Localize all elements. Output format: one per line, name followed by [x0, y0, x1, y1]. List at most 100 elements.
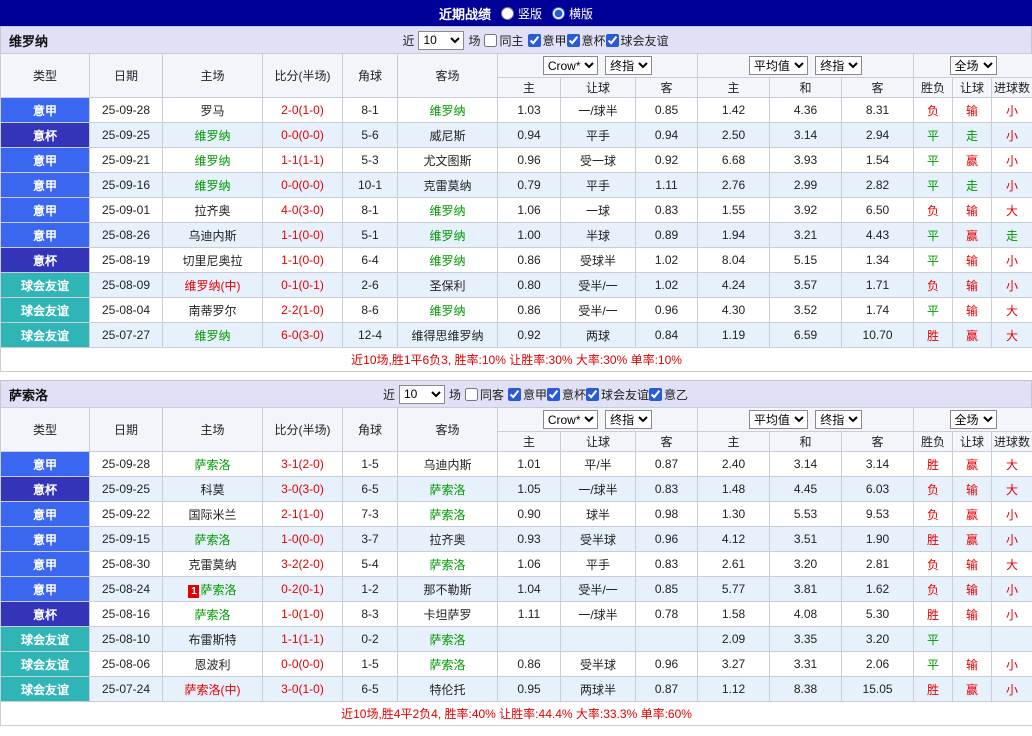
- league-filter-checkbox[interactable]: [528, 34, 541, 47]
- team-link[interactable]: 萨索洛: [429, 633, 465, 647]
- league-filter-checkbox[interactable]: [606, 34, 619, 47]
- match-score[interactable]: 3-0(3-0): [263, 477, 343, 502]
- team-link[interactable]: 维罗纳: [194, 179, 230, 193]
- team-link[interactable]: 特伦托: [429, 683, 465, 697]
- team-link[interactable]: 维罗纳: [194, 129, 230, 143]
- team-link[interactable]: 维罗纳(中): [185, 279, 241, 293]
- league-filter-checkbox[interactable]: [547, 388, 560, 401]
- scope-select[interactable]: 全场: [950, 410, 997, 429]
- league-filter-checkbox[interactable]: [649, 388, 662, 401]
- away-team: 维罗纳: [398, 223, 498, 248]
- team-link[interactable]: 维罗纳: [194, 154, 230, 168]
- team-link[interactable]: 维罗纳: [194, 329, 230, 343]
- odds-away: 0.98: [636, 502, 698, 527]
- team-link[interactable]: 科莫: [200, 483, 224, 497]
- average-select[interactable]: 平均值: [749, 56, 808, 75]
- match-score[interactable]: 1-1(1-1): [263, 627, 343, 652]
- recent-count-select[interactable]: 10: [399, 385, 445, 404]
- team-link[interactable]: 维得思维罗纳: [411, 329, 483, 343]
- same-venue-checkbox[interactable]: [484, 34, 497, 47]
- corner-score: 8-1: [343, 198, 398, 223]
- home-team: 罗马: [163, 98, 263, 123]
- odds-away: 1.11: [636, 173, 698, 198]
- match-score[interactable]: 0-0(0-0): [263, 123, 343, 148]
- result-goals: 小: [992, 248, 1032, 273]
- team-link[interactable]: 国际米兰: [188, 508, 236, 522]
- team-link[interactable]: 萨索洛: [194, 608, 230, 622]
- team-link[interactable]: 维罗纳: [429, 229, 465, 243]
- team-link[interactable]: 威尼斯: [429, 129, 465, 143]
- final-odds-select[interactable]: 终指: [605, 56, 652, 75]
- team-link[interactable]: 切里尼奥拉: [182, 254, 242, 268]
- match-score[interactable]: 2-2(1-0): [263, 298, 343, 323]
- match-score[interactable]: 0-0(0-0): [263, 173, 343, 198]
- average-select[interactable]: 平均值: [749, 410, 808, 429]
- match-score[interactable]: 6-0(3-0): [263, 323, 343, 348]
- match-score[interactable]: 0-0(0-0): [263, 652, 343, 677]
- match-score[interactable]: 1-0(1-0): [263, 602, 343, 627]
- layout-radio-horizontal[interactable]: [552, 7, 565, 20]
- team-link[interactable]: 卡坦萨罗: [423, 608, 471, 622]
- match-score[interactable]: 2-1(1-0): [263, 502, 343, 527]
- final-odds-select[interactable]: 终指: [815, 410, 862, 429]
- col-date: 日期: [90, 54, 163, 98]
- final-odds-select[interactable]: 终指: [815, 56, 862, 75]
- match-score[interactable]: 4-0(3-0): [263, 198, 343, 223]
- team-link[interactable]: 尤文图斯: [423, 154, 471, 168]
- match-score[interactable]: 1-1(0-0): [263, 248, 343, 273]
- match-score[interactable]: 0-2(0-1): [263, 577, 343, 602]
- match-score[interactable]: 2-0(1-0): [263, 98, 343, 123]
- league-filter-checkbox[interactable]: [508, 388, 521, 401]
- match-score[interactable]: 1-0(0-0): [263, 527, 343, 552]
- team-link[interactable]: 克雷莫纳: [188, 558, 236, 572]
- team-link[interactable]: 维罗纳: [429, 104, 465, 118]
- team-link[interactable]: 维罗纳: [429, 304, 465, 318]
- bookmaker-select[interactable]: Crow*: [543, 56, 598, 75]
- team-link[interactable]: 萨索洛: [429, 483, 465, 497]
- home-team: 维罗纳(中): [163, 273, 263, 298]
- team-link[interactable]: 克雷莫纳: [423, 179, 471, 193]
- home-team: 布雷斯特: [163, 627, 263, 652]
- team-link[interactable]: 萨索洛: [194, 458, 230, 472]
- team-link[interactable]: 那不勒斯: [423, 583, 471, 597]
- bookmaker-select[interactable]: Crow*: [543, 410, 598, 429]
- team-link[interactable]: 萨索洛: [200, 583, 236, 597]
- final-odds-select[interactable]: 终指: [605, 410, 652, 429]
- match-score[interactable]: 0-1(0-1): [263, 273, 343, 298]
- layout-radio-vertical[interactable]: [501, 7, 514, 20]
- match-score[interactable]: 3-1(2-0): [263, 452, 343, 477]
- scope-select[interactable]: 全场: [950, 56, 997, 75]
- team-link[interactable]: 萨索洛: [194, 533, 230, 547]
- league-filter-checkbox[interactable]: [586, 388, 599, 401]
- team-link[interactable]: 维罗纳: [429, 254, 465, 268]
- match-score[interactable]: 1-1(1-1): [263, 148, 343, 173]
- match-date: 25-09-01: [90, 198, 163, 223]
- match-score[interactable]: 3-0(1-0): [263, 677, 343, 702]
- team-link[interactable]: 萨索洛: [429, 558, 465, 572]
- match-score[interactable]: 1-1(0-0): [263, 223, 343, 248]
- team-link[interactable]: 萨索洛: [429, 508, 465, 522]
- corner-score: 5-1: [343, 223, 398, 248]
- team-link[interactable]: 乌迪内斯: [423, 458, 471, 472]
- same-venue-checkbox[interactable]: [465, 388, 478, 401]
- team-link[interactable]: 乌迪内斯: [188, 229, 236, 243]
- odds-handicap: 两球半: [561, 677, 636, 702]
- team-link[interactable]: 罗马: [200, 104, 224, 118]
- team-link[interactable]: 拉齐奥: [194, 204, 230, 218]
- team-link[interactable]: 萨索洛(中): [185, 683, 241, 697]
- team-link[interactable]: 恩波利: [194, 658, 230, 672]
- recent-count-select[interactable]: 10: [418, 31, 464, 50]
- team-link[interactable]: 萨索洛: [429, 658, 465, 672]
- team-link[interactable]: 布雷斯特: [188, 633, 236, 647]
- odds-away: 0.96: [636, 298, 698, 323]
- team-link[interactable]: 维罗纳: [429, 204, 465, 218]
- avg-away: 2.81: [842, 552, 914, 577]
- team-link[interactable]: 圣保利: [429, 279, 465, 293]
- team-link[interactable]: 拉齐奥: [429, 533, 465, 547]
- avg-home: 1.48: [698, 477, 770, 502]
- league-filter-checkbox[interactable]: [567, 34, 580, 47]
- col-result-goals: 进球数: [992, 432, 1032, 452]
- odds-away: 0.78: [636, 602, 698, 627]
- match-score[interactable]: 3-2(2-0): [263, 552, 343, 577]
- team-link[interactable]: 南蒂罗尔: [188, 304, 236, 318]
